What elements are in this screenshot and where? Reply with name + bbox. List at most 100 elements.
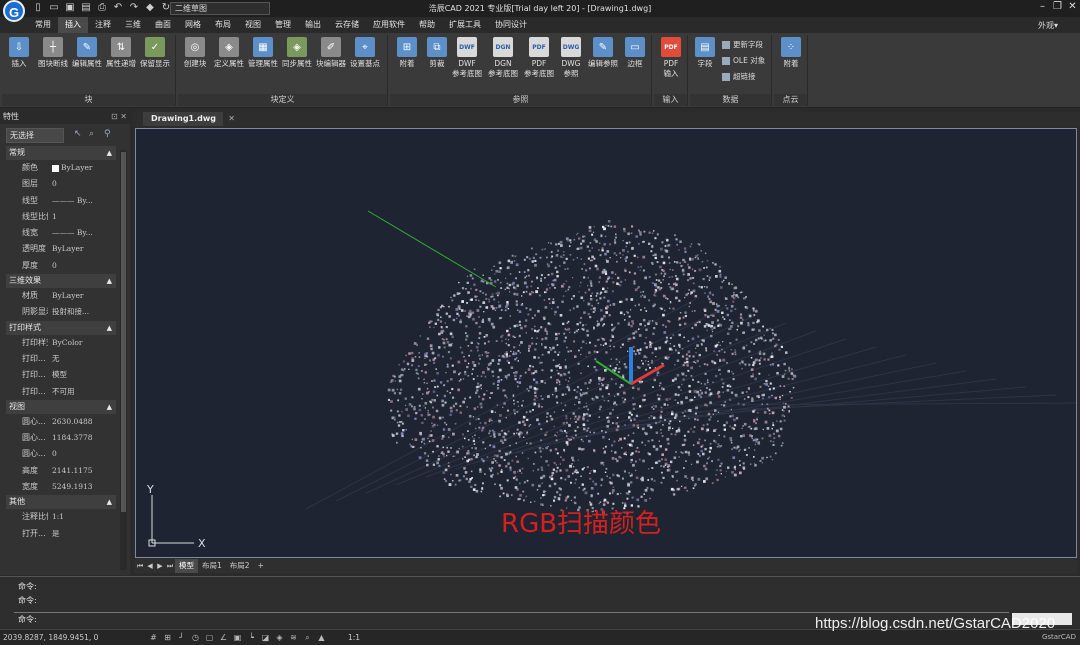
ribbon-tab[interactable]: 扩展工具 xyxy=(442,17,488,33)
ortho-icon[interactable]: ┘ xyxy=(176,632,187,643)
quick-select-icon[interactable]: ⚲ xyxy=(104,129,115,140)
property-value[interactable]: ByLayer xyxy=(48,160,116,176)
property-value[interactable]: 1184.3778 xyxy=(48,430,116,446)
property-row[interactable]: 材质 ByLayer xyxy=(6,288,116,304)
selection-dropdown[interactable]: 无选择 xyxy=(6,128,64,143)
collapse-icon[interactable]: ▲ xyxy=(107,146,112,160)
add-layout-button[interactable]: + xyxy=(254,559,268,573)
property-value[interactable]: ByLayer xyxy=(48,288,116,304)
ribbon-tab[interactable]: 管理 xyxy=(268,17,298,33)
property-value[interactable]: ByLayer xyxy=(48,241,116,257)
property-row[interactable]: 图层 0 xyxy=(6,176,116,192)
drawing-canvas[interactable]: RGB扫描颜色 Y X xyxy=(135,128,1077,558)
edit-attribute-button[interactable]: ✎ 编辑属性 xyxy=(70,37,104,69)
property-row[interactable]: 打开... 是 xyxy=(6,526,116,542)
transparency-icon[interactable]: ◪ xyxy=(260,632,271,643)
ribbon-tab[interactable]: 协同设计 xyxy=(488,17,534,33)
osnap-icon[interactable]: ▢ xyxy=(204,632,215,643)
hyperlink-button[interactable]: 超链接 xyxy=(722,71,756,82)
collapse-icon[interactable]: ▲ xyxy=(107,274,112,288)
property-section-header[interactable]: 视图 ▲ xyxy=(6,399,116,414)
ribbon-tab[interactable]: 曲面 xyxy=(148,17,178,33)
keep-display-button[interactable]: ✓ 保留显示 xyxy=(138,37,172,69)
ribbon-tab[interactable]: 布局 xyxy=(208,17,238,33)
ribbon-tab[interactable]: 插入 xyxy=(58,17,88,33)
sync-attribute-button[interactable]: ◈ 同步属性 xyxy=(280,37,314,69)
property-value[interactable]: ——— By... xyxy=(48,225,116,241)
property-value[interactable]: 无 xyxy=(48,351,116,367)
property-value[interactable]: 是 xyxy=(48,526,116,542)
property-row[interactable]: 圆心... 2630.0488 xyxy=(6,414,116,430)
property-value[interactable]: 不可用 xyxy=(48,384,116,400)
otrack-icon[interactable]: ∠ xyxy=(218,632,229,643)
ribbon-tab[interactable]: 常用 xyxy=(28,17,58,33)
create-block-button[interactable]: ◎ 创建块 xyxy=(178,37,212,69)
field-button[interactable]: ▤ 字段 xyxy=(690,37,720,69)
property-row[interactable]: 颜色 ByLayer xyxy=(6,160,116,176)
ribbon-tab[interactable]: 注释 xyxy=(88,17,118,33)
property-row[interactable]: 透明度 ByLayer xyxy=(6,241,116,257)
property-value[interactable]: 0 xyxy=(48,176,116,192)
property-row[interactable]: 阴影显示投射和接... xyxy=(6,304,116,320)
selection-cycling-icon[interactable]: ◈ xyxy=(274,632,285,643)
insert-block-button[interactable]: ⇩ 插入 xyxy=(2,37,36,69)
property-row[interactable]: 线型 ——— By... xyxy=(6,193,116,209)
dwf-underlay-button[interactable]: DWF DWF 参考底图 xyxy=(450,37,484,79)
properties-scrollbar[interactable] xyxy=(120,150,127,570)
ole-object-button[interactable]: OLE 对象 xyxy=(722,55,765,66)
define-attribute-button[interactable]: ◈ 定义属性 xyxy=(212,37,246,69)
pointcloud-attach-button[interactable]: ⁘ 附着 xyxy=(774,37,808,69)
dwg-reference-button[interactable]: DWG DWG 参照 xyxy=(554,37,588,79)
clip-button[interactable]: ⧉ 剪裁 xyxy=(420,37,454,69)
last-layout-icon[interactable]: ⏭ xyxy=(165,562,175,571)
lineweight-icon[interactable]: ┕ xyxy=(246,632,257,643)
layout-tab-model[interactable]: 模型 xyxy=(175,559,198,573)
collapse-icon[interactable]: ▲ xyxy=(107,321,112,335)
property-row[interactable]: 厚度 0 xyxy=(6,258,116,274)
polar-icon[interactable]: ◷ xyxy=(190,632,201,643)
toggle-pickadd-icon[interactable]: ↖ xyxy=(74,129,85,140)
manage-attribute-button[interactable]: ▦ 管理属性 xyxy=(246,37,280,69)
dgn-underlay-button[interactable]: DGN DGN 参考底图 xyxy=(486,37,520,79)
snap-grid-icon[interactable]: ⊞ xyxy=(162,632,173,643)
edit-reference-button[interactable]: ✎ 编辑参照 xyxy=(586,37,620,69)
attach-button[interactable]: ⊞ 附着 xyxy=(390,37,424,69)
pdf-import-button[interactable]: PDF PDF 输入 xyxy=(654,37,688,79)
block-editor-button[interactable]: ✐ 块编辑器 xyxy=(314,37,348,69)
grid-icon[interactable]: # xyxy=(148,632,159,643)
appearance-menu[interactable]: 外观▾ xyxy=(1038,20,1058,31)
ribbon-tab[interactable]: 帮助 xyxy=(412,17,442,33)
restore-icon[interactable]: ❐ xyxy=(1050,0,1065,14)
property-row[interactable]: 线宽 ——— By... xyxy=(6,225,116,241)
update-field-button[interactable]: 更新字段 xyxy=(722,39,763,50)
property-row[interactable]: 打印... 不可用 xyxy=(6,384,116,400)
layers-icon[interactable]: ≋ xyxy=(288,632,299,643)
property-section-header[interactable]: 其他 ▲ xyxy=(6,495,116,510)
panel-close-icon[interactable]: ⊡ ✕ xyxy=(111,110,127,124)
prev-layout-icon[interactable]: ◀ xyxy=(145,562,155,570)
collapse-icon[interactable]: ▲ xyxy=(107,400,112,414)
minimize-icon[interactable]: – xyxy=(1035,0,1050,14)
set-base-point-button[interactable]: ⌖ 设置基点 xyxy=(348,37,382,69)
layout-tab-layout2[interactable]: 布局2 xyxy=(226,559,254,573)
property-row[interactable]: 注释比例1:1 xyxy=(6,509,116,525)
property-row[interactable]: 打印... 模型 xyxy=(6,367,116,383)
property-section-header[interactable]: 打印样式 ▲ xyxy=(6,320,116,335)
property-row[interactable]: 打印... 无 xyxy=(6,351,116,367)
property-value[interactable]: ByColor xyxy=(48,335,116,351)
property-value[interactable]: 2630.0488 xyxy=(48,414,116,430)
property-value[interactable]: ——— By... xyxy=(48,193,116,209)
select-objects-icon[interactable]: ⌕ xyxy=(89,129,100,140)
ribbon-tab[interactable]: 三维 xyxy=(118,17,148,33)
close-tab-icon[interactable]: ✕ xyxy=(228,112,235,126)
ribbon-tab[interactable]: 输出 xyxy=(298,17,328,33)
app-logo[interactable]: G xyxy=(3,0,25,22)
next-layout-icon[interactable]: ▶ xyxy=(155,562,165,570)
block-break-button[interactable]: ┼ 图块断线 xyxy=(36,37,70,69)
property-row[interactable]: 宽度 5249.1913 xyxy=(6,479,116,495)
close-icon[interactable]: ✕ xyxy=(1065,0,1080,14)
property-value[interactable]: 投射和接... xyxy=(48,304,116,320)
property-value[interactable]: 2141.1175 xyxy=(48,463,116,479)
ribbon-tab[interactable]: 视图 xyxy=(238,17,268,33)
dynamic-ucs-icon[interactable]: ▣ xyxy=(232,632,243,643)
